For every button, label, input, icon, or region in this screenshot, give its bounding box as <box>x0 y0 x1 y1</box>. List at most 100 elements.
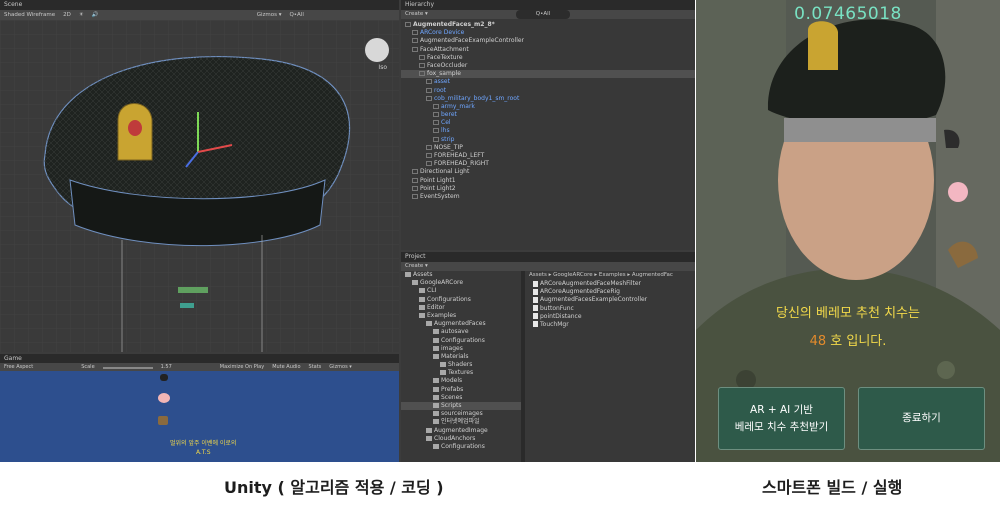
hierarchy-item[interactable]: EventSystem <box>401 193 695 201</box>
hierarchy-tab[interactable]: Hierarchy <box>401 0 695 10</box>
project-folder-item[interactable]: 인터넷예업파일 <box>401 418 521 426</box>
hierarchy-item[interactable]: AugmentedFaceExampleController <box>401 37 695 45</box>
hierarchy-item[interactable]: FOREHEAD_LEFT <box>401 152 695 160</box>
project-folder-item[interactable]: AugmentedFaces <box>401 320 521 328</box>
game-viewport[interactable]: 멀위의 앞주 이벤에 이로의 A.T.S <box>0 371 399 462</box>
project-file-item[interactable]: pointDistance <box>529 313 695 321</box>
hierarchy-item-label: FOREHEAD_LEFT <box>434 152 485 159</box>
folder-icon <box>419 304 425 310</box>
project-folder-label: Models <box>441 377 463 385</box>
hierarchy-item[interactable]: strip <box>401 136 695 144</box>
audio-toggle[interactable]: 🔊 <box>92 10 99 20</box>
project-folder-label: Scripts <box>441 402 462 409</box>
project-tab[interactable]: Project <box>401 252 695 262</box>
recommendation-suffix: 호 입니다. <box>830 334 887 349</box>
gizmos-dropdown[interactable]: Gizmos ▾ <box>257 10 282 20</box>
hierarchy-item[interactable]: asset <box>401 78 695 86</box>
gameobject-icon <box>426 153 432 158</box>
hierarchy-item[interactable]: Cel <box>401 119 695 127</box>
2d-toggle[interactable]: 2D <box>63 10 71 20</box>
recommend-button-line-1: AR + AI 기반 <box>750 403 813 416</box>
hierarchy-item-label: AugmentedFaces_m2_8* <box>413 21 495 28</box>
project-breadcrumb[interactable]: Assets ▸ GoogleARCore ▸ Examples ▸ Augme… <box>529 271 695 280</box>
hierarchy-item[interactable]: lhs <box>401 127 695 135</box>
hierarchy-item-label: Point Light2 <box>420 184 456 192</box>
gameobject-icon <box>419 71 425 77</box>
project-folder-item[interactable]: CloudAnchors <box>401 435 521 443</box>
hierarchy-item[interactable]: FOREHEAD_RIGHT <box>401 160 695 168</box>
hierarchy-search-input[interactable]: Q•All <box>515 10 571 19</box>
gameobject-icon <box>433 120 439 126</box>
project-folder-item[interactable]: GoogleARCore <box>401 279 521 287</box>
project-file-item[interactable]: AugmentedFacesExampleController <box>529 296 695 304</box>
gameobject-icon <box>433 128 439 134</box>
project-folder-item[interactable]: CLI <box>401 287 521 295</box>
project-folder-item[interactable]: Editor <box>401 304 521 312</box>
project-create-button[interactable]: Create ▾ <box>405 262 428 271</box>
game-tab-label: Game <box>4 355 22 362</box>
hierarchy-item[interactable]: AugmentedFaces_m2_8* <box>401 21 695 29</box>
project-folder-item[interactable]: images <box>401 345 521 353</box>
project-folder-item[interactable]: Shaders <box>401 361 521 369</box>
hierarchy-item[interactable]: cob_military_body1_sm_root <box>401 95 695 103</box>
gameobject-icon <box>412 193 418 199</box>
gameobject-icon <box>419 54 425 60</box>
project-file-item[interactable]: buttonFunc <box>529 305 695 313</box>
lighting-toggle[interactable]: ☀ <box>79 10 84 20</box>
hierarchy-item[interactable]: Point Light2 <box>401 185 695 193</box>
scene-search[interactable]: Q•All <box>289 10 303 20</box>
hierarchy-item-label: FaceOccluder <box>427 61 468 69</box>
project-file-item[interactable]: ARCoreAugmentedFaceMeshFilter <box>529 280 695 288</box>
hierarchy-item[interactable]: root <box>401 87 695 95</box>
exit-button[interactable]: 종료하기 <box>858 387 985 450</box>
project-folder-item[interactable]: Textures <box>401 369 521 377</box>
hierarchy-create-button[interactable]: Create ▾ <box>405 10 428 19</box>
project-folder-item[interactable]: autosave <box>401 328 521 336</box>
ar-ai-recommend-button[interactable]: AR + AI 기반 베레모 치수 추천받기 <box>718 387 845 450</box>
project-folder-item[interactable]: Configurations <box>401 443 521 451</box>
shading-mode-dropdown[interactable]: Shaded Wireframe <box>4 10 55 20</box>
hierarchy-item[interactable]: FaceTexture <box>401 54 695 62</box>
folder-icon <box>433 394 439 400</box>
project-file-item[interactable]: TouchMgr <box>529 321 695 329</box>
project-folder-item[interactable]: Configurations <box>401 296 521 304</box>
project-file-item[interactable]: ARCoreAugmentedFaceRig <box>529 288 695 296</box>
gameobject-icon <box>412 185 418 191</box>
project-folder-item[interactable]: Examples <box>401 312 521 320</box>
hierarchy-item[interactable]: fox_sample <box>401 70 695 79</box>
folder-icon <box>419 312 425 318</box>
project-folder-item[interactable]: Scenes <box>401 394 521 402</box>
hierarchy-item[interactable]: FaceOccluder <box>401 62 695 70</box>
folder-icon <box>433 378 439 384</box>
project-folder-item[interactable]: Materials <box>401 353 521 361</box>
project-folder-item[interactable]: Configurations <box>401 337 521 345</box>
hierarchy-item-label: FaceAttachment <box>420 45 469 53</box>
hierarchy-item-label: root <box>434 86 447 94</box>
hierarchy-item[interactable]: army_mark <box>401 103 695 111</box>
project-folder-item[interactable]: AugmentedImage <box>401 427 521 435</box>
scale-slider[interactable] <box>102 367 153 369</box>
project-splitter[interactable] <box>521 271 525 462</box>
smartphone-caption: 스마트폰 빌드 / 실행 <box>762 478 903 497</box>
project-folder-item[interactable]: Models <box>401 377 521 385</box>
recommend-button-line-2: 베레모 치수 추천받기 <box>734 420 829 433</box>
hierarchy-item[interactable]: Directional Light <box>401 168 695 176</box>
scene-tab[interactable]: Scene <box>0 0 399 10</box>
project-folder-item[interactable]: Assets <box>401 271 521 279</box>
view-gizmo[interactable] <box>365 38 389 62</box>
hierarchy-item[interactable]: NOSE_TIP <box>401 144 695 152</box>
scene-viewport[interactable]: Iso <box>0 20 399 352</box>
project-folder-item[interactable]: Prefabs <box>401 386 521 394</box>
project-folder-label: Textures <box>448 369 474 377</box>
hierarchy-item[interactable]: FaceAttachment <box>401 46 695 54</box>
project-folder-item[interactable]: Scripts <box>401 402 521 411</box>
folder-icon <box>433 353 439 359</box>
script-file-icon <box>533 296 538 303</box>
hierarchy-item[interactable]: ARCore Device <box>401 29 695 37</box>
hierarchy-item-label: Point Light1 <box>420 176 456 184</box>
projection-label: Iso <box>378 64 387 71</box>
hierarchy-item[interactable]: Point Light1 <box>401 177 695 185</box>
hierarchy-tree: AugmentedFaces_m2_8* ARCore Device Augment… <box>401 19 695 201</box>
hierarchy-item[interactable]: beret <box>401 111 695 119</box>
project-folder-label: Editor <box>427 303 445 311</box>
